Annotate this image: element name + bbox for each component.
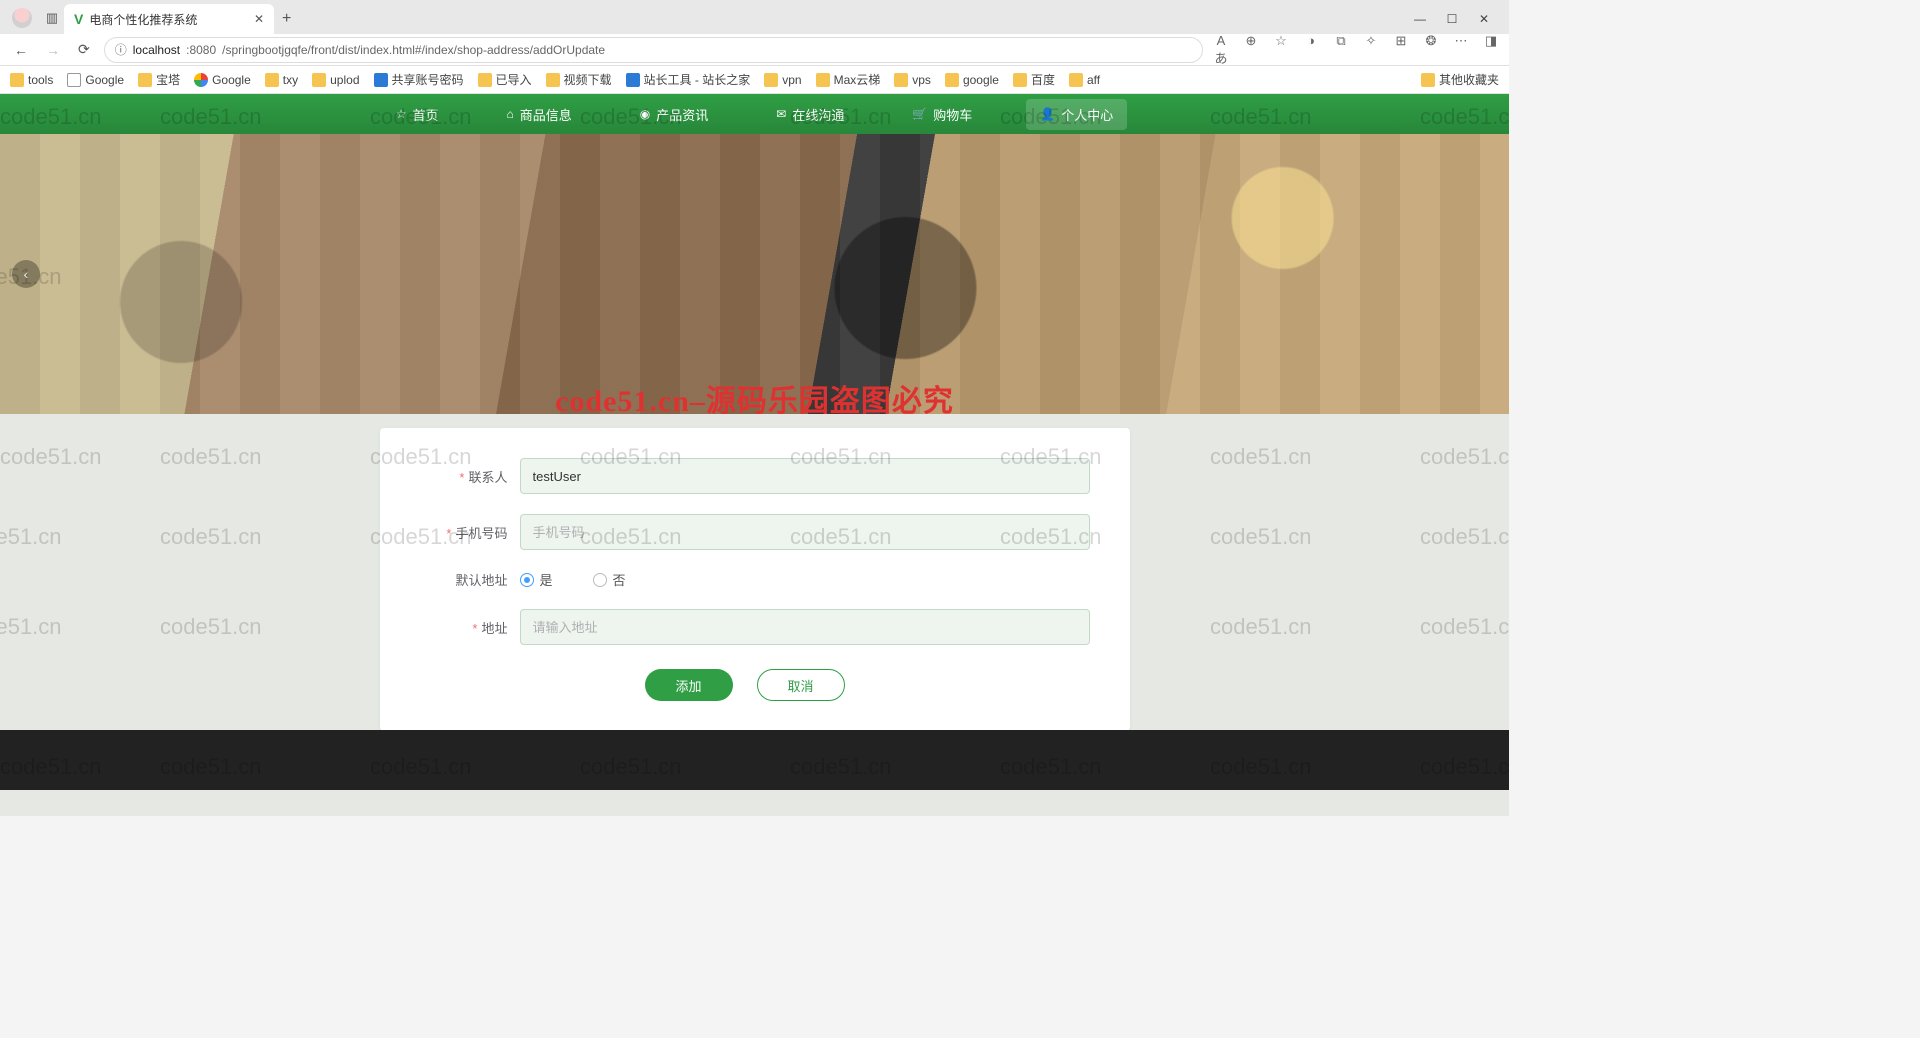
bookmark-item[interactable]: uplod xyxy=(312,73,359,87)
carousel-prev-icon[interactable]: ‹ xyxy=(12,260,40,288)
radio-dot-icon xyxy=(520,573,534,587)
contact-input[interactable] xyxy=(520,458,1090,494)
folder-icon xyxy=(816,73,830,87)
bookmark-item[interactable]: Max云梯 xyxy=(816,71,881,88)
vue-favicon-icon: V xyxy=(74,11,83,27)
folder-icon xyxy=(1013,73,1027,87)
window-titlebar: ▥ V 电商个性化推荐系统 ✕ + — ☐ ✕ xyxy=(0,0,1509,34)
submit-button[interactable]: 添加 xyxy=(645,669,733,701)
cart-icon: 🛒 xyxy=(912,107,927,121)
menu-icon[interactable]: ⋯ xyxy=(1453,33,1469,67)
bookmark-item[interactable]: txy xyxy=(265,73,298,87)
bookmark-item[interactable]: 共享账号密码 xyxy=(374,71,464,88)
folder-icon xyxy=(894,73,908,87)
radio-no[interactable]: 否 xyxy=(593,570,626,589)
folder-icon xyxy=(265,73,279,87)
maximize-icon[interactable]: ☐ xyxy=(1445,12,1459,26)
phone-input[interactable] xyxy=(520,514,1090,550)
extension3-icon[interactable]: ⊞ xyxy=(1393,33,1409,67)
favorite-icon[interactable]: ☆ xyxy=(1273,33,1289,67)
folder-icon xyxy=(945,73,959,87)
folder-icon xyxy=(10,73,24,87)
cancel-button[interactable]: 取消 xyxy=(757,669,845,701)
radio-dot-icon xyxy=(593,573,607,587)
bookmark-item[interactable]: 视频下载 xyxy=(546,71,612,88)
url-port: :8080 xyxy=(186,43,216,57)
folder-icon xyxy=(138,73,152,87)
bookmark-item[interactable]: 宝塔 xyxy=(138,71,180,88)
bookmarks-bar: tools Google 宝塔 Google txy uplod 共享账号密码 … xyxy=(0,66,1509,94)
folder-icon xyxy=(546,73,560,87)
url-path: /springbootjgqfe/front/dist/index.html#/… xyxy=(222,43,605,57)
default-label: 默认地址 xyxy=(400,570,520,589)
radio-yes[interactable]: 是 xyxy=(520,570,553,589)
extension4-icon[interactable]: ❂ xyxy=(1423,33,1439,67)
banner-carousel[interactable]: ‹ code51.cn–源码乐园盗图必究 xyxy=(0,134,1509,414)
site-info-icon[interactable]: ⓘ xyxy=(115,41,127,58)
site-icon xyxy=(626,73,640,87)
nav-goods[interactable]: ⌂商品信息 xyxy=(493,99,586,130)
close-window-icon[interactable]: ✕ xyxy=(1477,12,1491,26)
folder-icon xyxy=(764,73,778,87)
browser-tab[interactable]: V 电商个性化推荐系统 ✕ xyxy=(64,4,274,34)
page-viewport: ☆首页 ⌂商品信息 ◉产品资讯 ✉在线沟通 🛒购物车 👤个人中心 ‹ code5… xyxy=(0,94,1509,816)
bookmark-item[interactable]: Google xyxy=(194,73,251,87)
page-icon xyxy=(67,73,81,87)
info-icon: ◉ xyxy=(640,107,650,121)
bookmark-item[interactable]: tools xyxy=(10,73,53,87)
bookmark-item[interactable]: vps xyxy=(894,73,931,87)
folder-icon xyxy=(312,73,326,87)
site-icon xyxy=(374,73,388,87)
folder-icon xyxy=(1421,73,1435,87)
zoom-icon[interactable]: ⊕ xyxy=(1243,33,1259,67)
other-bookmarks[interactable]: 其他收藏夹 xyxy=(1421,71,1499,88)
nav-news[interactable]: ◉产品资讯 xyxy=(626,99,723,130)
address-bar[interactable]: ⓘ localhost :8080/springbootjgqfe/front/d… xyxy=(104,37,1203,63)
sidebar-icon[interactable]: ◨ xyxy=(1483,33,1499,67)
watermark-red-text: code51.cn–源码乐园盗图必究 xyxy=(555,376,954,414)
refresh-icon[interactable]: ⟳ xyxy=(74,41,94,58)
extension1-icon[interactable]: ◑ xyxy=(1303,33,1319,67)
back-icon[interactable]: ← xyxy=(10,42,32,58)
translate-icon[interactable]: Aあ xyxy=(1213,33,1229,67)
page-footer xyxy=(0,730,1509,790)
nav-cart[interactable]: 🛒购物车 xyxy=(898,99,986,130)
url-host: localhost xyxy=(133,43,180,57)
bookmark-item[interactable]: google xyxy=(945,73,999,87)
browser-toolbar: ← → ⟳ ⓘ localhost :8080/springbootjgqfe/f… xyxy=(0,34,1509,66)
minimize-icon[interactable]: — xyxy=(1413,12,1427,26)
folder-icon xyxy=(478,73,492,87)
google-icon xyxy=(194,73,208,87)
user-icon: 👤 xyxy=(1040,107,1055,121)
bookmark-item[interactable]: 百度 xyxy=(1013,71,1055,88)
close-tab-icon[interactable]: ✕ xyxy=(254,12,264,26)
nav-home[interactable]: ☆首页 xyxy=(382,99,453,130)
bookmark-item[interactable]: vpn xyxy=(764,73,801,87)
phone-label: *手机号码 xyxy=(400,523,520,542)
bookmark-item[interactable]: aff xyxy=(1069,73,1100,87)
bookmark-item[interactable]: Google xyxy=(67,73,124,87)
chat-icon: ✉ xyxy=(776,107,786,121)
folder-icon xyxy=(1069,73,1083,87)
star-icon: ☆ xyxy=(396,107,407,121)
contact-label: *联系人 xyxy=(400,467,520,486)
address-label: *地址 xyxy=(400,618,520,637)
bookmark-item[interactable]: 站长工具 - 站长之家 xyxy=(626,71,751,88)
nav-chat[interactable]: ✉在线沟通 xyxy=(762,99,858,130)
extension2-icon[interactable]: ✧ xyxy=(1363,33,1379,67)
home-icon: ⌂ xyxy=(507,107,514,121)
tablist-icon[interactable]: ▥ xyxy=(44,10,60,26)
address-form-card: *联系人 *手机号码 默认地址 是 否 *地址 添加 取消 xyxy=(380,428,1130,731)
forward-icon[interactable]: → xyxy=(42,42,64,58)
site-nav: ☆首页 ⌂商品信息 ◉产品资讯 ✉在线沟通 🛒购物车 👤个人中心 xyxy=(0,94,1509,134)
nav-user-center[interactable]: 👤个人中心 xyxy=(1026,99,1127,130)
tab-title: 电商个性化推荐系统 xyxy=(89,11,197,28)
new-tab-button[interactable]: + xyxy=(282,10,291,28)
collections-icon[interactable]: ⧉ xyxy=(1333,33,1349,67)
bookmark-item[interactable]: 已导入 xyxy=(478,71,532,88)
address-input[interactable] xyxy=(520,609,1090,645)
profile-avatar-icon[interactable] xyxy=(12,8,32,28)
